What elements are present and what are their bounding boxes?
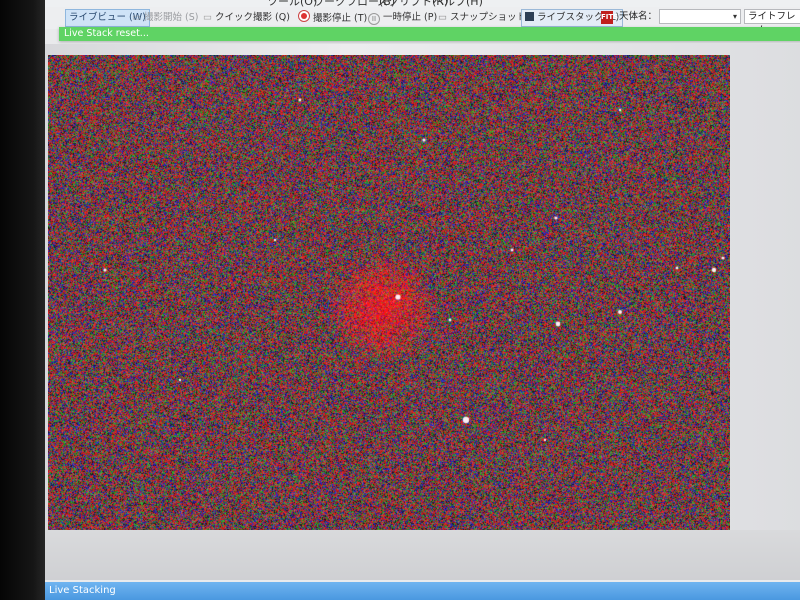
stop-capture-label: 撮影停止 (T): [313, 13, 368, 24]
fits-icon[interactable]: FITS: [601, 11, 618, 24]
object-name-label: 天体名：: [619, 11, 658, 22]
quick-capture-label: クイック撮影 (Q): [214, 12, 290, 23]
live-stacking-tab[interactable]: Live Stacking: [45, 582, 800, 600]
object-name-select[interactable]: ▾: [659, 9, 741, 24]
snapshot-icon: ▭: [438, 12, 447, 23]
frame-type-select[interactable]: ライトフレーム: [744, 9, 800, 36]
status-message: Live Stack reset...: [64, 28, 149, 39]
live-stack-image[interactable]: [48, 55, 730, 531]
application-window: ツール(O) ワークフロー(B) スクリプト(R) ヘルプ(H) ライブビュー …: [45, 0, 800, 600]
quick-capture-button[interactable]: ▭クイック撮影 (Q) ⌄: [200, 10, 310, 26]
image-workspace: [45, 44, 800, 580]
workspace-bottom-area: [45, 530, 800, 580]
pause-label: 一時停止 (P): [383, 12, 438, 23]
pause-icon: II: [368, 13, 380, 25]
live-stack-icon: [525, 12, 534, 21]
chevron-down-icon: ▾: [732, 12, 737, 21]
stop-capture-button[interactable]: 撮影停止 (T): [295, 10, 370, 26]
camera-icon: ▭: [132, 12, 141, 23]
quick-capture-icon: ▭: [203, 12, 212, 23]
live-stacking-tab-label: Live Stacking: [49, 585, 116, 596]
record-stop-icon: [298, 10, 310, 22]
start-capture-button[interactable]: ▭ 撮影開始 (S): [129, 10, 201, 26]
status-notification: Live Stack reset...: [59, 27, 800, 41]
pause-button[interactable]: II 一時停止 (P): [365, 10, 440, 26]
start-capture-label: 撮影開始 (S): [143, 12, 199, 23]
monitor-bezel: [0, 0, 48, 600]
menu-bar: ツール(O) ワークフロー(B) スクリプト(R) ヘルプ(H): [45, 0, 800, 8]
